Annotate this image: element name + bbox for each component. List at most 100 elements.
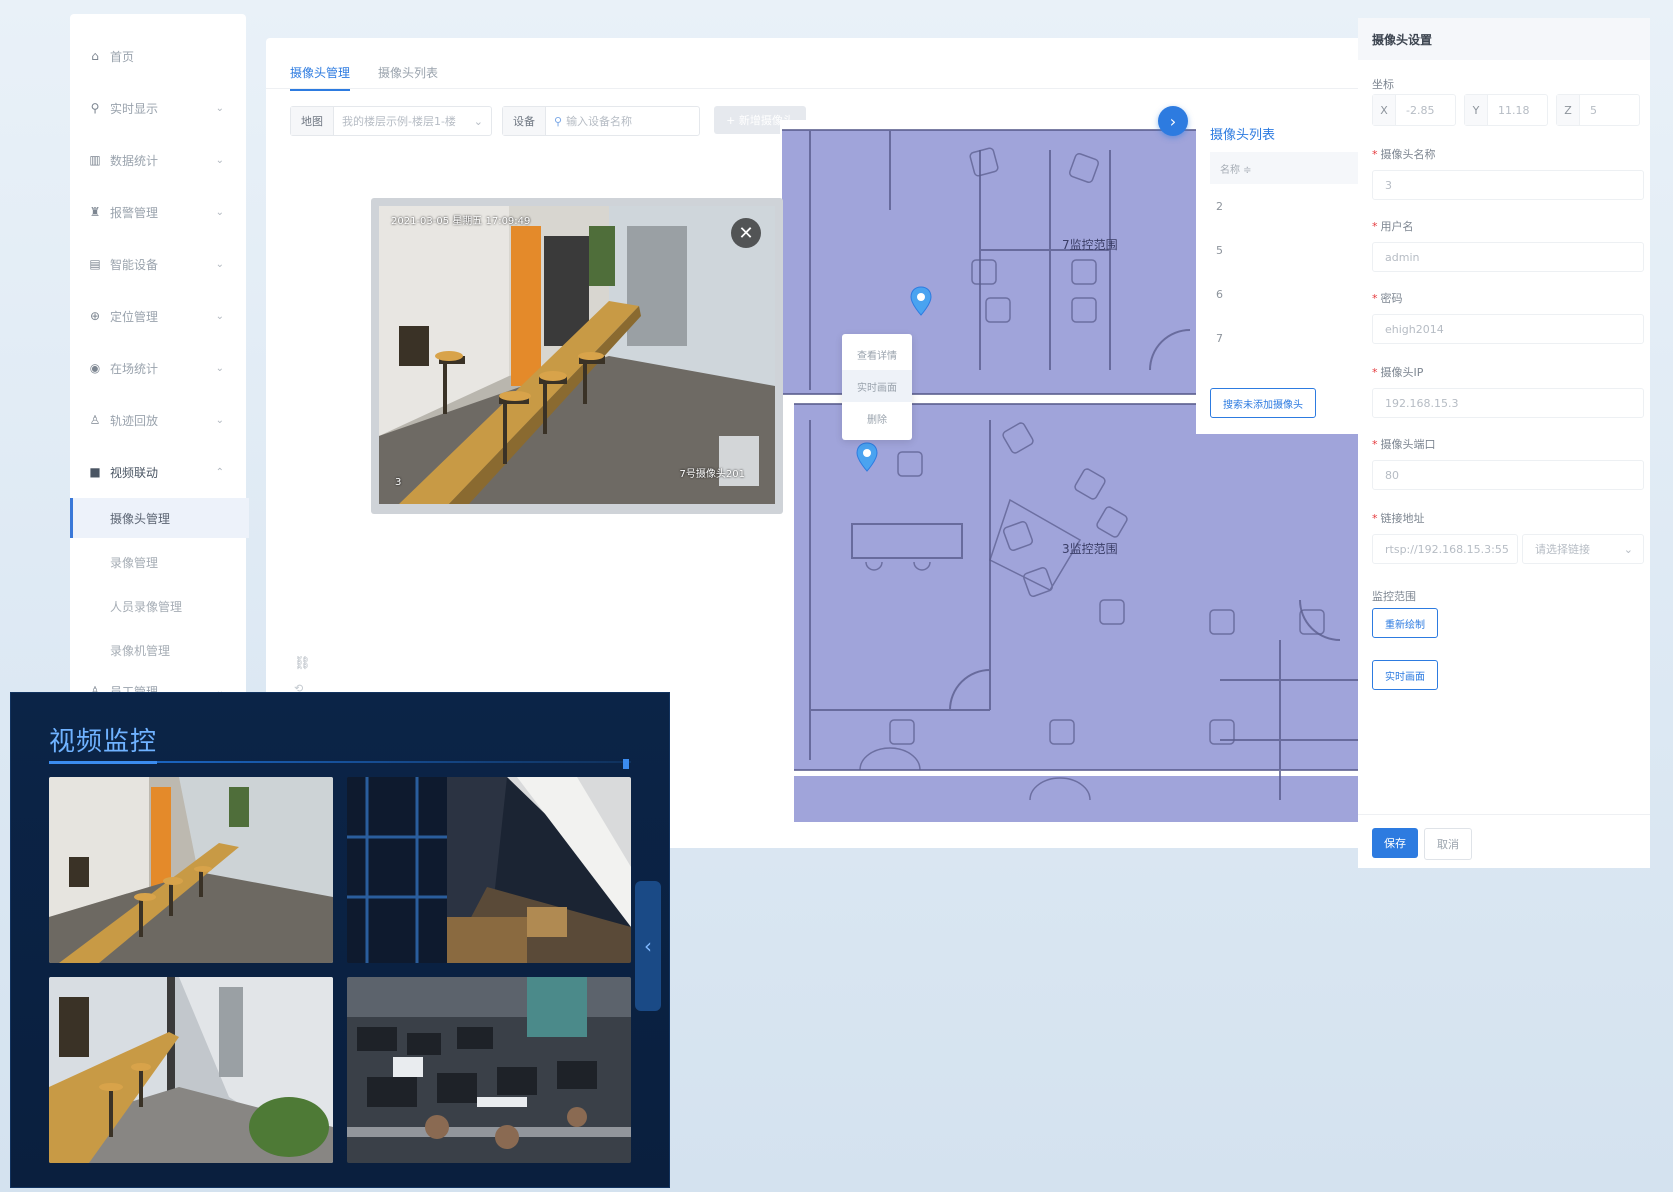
camera-list-row[interactable]: 7 xyxy=(1216,332,1223,345)
camera-list-row[interactable]: 6 xyxy=(1216,288,1223,301)
chevron-down-icon: ⌄ xyxy=(215,206,224,218)
url-label-text: 链接地址 xyxy=(1380,512,1425,525)
coord-y-label: Y xyxy=(1465,95,1488,125)
search-icon: ⚲ xyxy=(554,114,563,128)
camera-list-row[interactable]: 5 xyxy=(1216,244,1223,257)
map-pin-icon xyxy=(856,442,878,472)
video-thumbnail-2[interactable] xyxy=(347,777,631,963)
link-icon[interactable]: ⛓ xyxy=(294,656,311,671)
sidebar-item-realtime[interactable]: ⚲ 实时显示 ⌄ xyxy=(70,88,246,128)
menu-item-delete[interactable]: 删除 xyxy=(842,402,912,434)
camera-list-header[interactable]: 名称 ≑ xyxy=(1210,152,1358,184)
coord-z-value: 5 xyxy=(1590,103,1597,117)
coord-y-field[interactable]: Y 11.18 xyxy=(1464,94,1548,126)
url-label: * 链接地址 xyxy=(1372,512,1425,525)
chevron-down-icon: ⌄ xyxy=(1623,542,1633,556)
video-thumbnail-1[interactable] xyxy=(49,777,333,963)
camera-ip-input[interactable]: 192.168.15.3 xyxy=(1372,388,1644,418)
redraw-button[interactable]: 重新绘制 xyxy=(1372,608,1438,638)
camera-marker-7[interactable] xyxy=(910,286,932,316)
video-corner-number: 3 xyxy=(395,477,402,488)
device-search[interactable]: 设备 ⚲ 输入设备名称 xyxy=(502,106,700,136)
chevron-down-icon: ⌄ xyxy=(215,258,224,270)
search-unadded-cameras-button[interactable]: 搜索未添加摄像头 xyxy=(1210,388,1316,418)
settings-title: 摄像头设置 xyxy=(1358,18,1650,60)
camera-settings-panel: 摄像头设置 坐标 X -2.85 Y 11.18 Z 5 * 摄像头名称 3 * 用… xyxy=(1358,18,1650,868)
camera-list-panel: 摄像头列表 名称 ≑ 2 5 6 7 搜索未添加摄像头 xyxy=(1196,104,1360,434)
map-pin-icon xyxy=(910,286,932,316)
camera-marker-3[interactable] xyxy=(856,442,878,472)
video-thumbnail-4[interactable] xyxy=(347,977,631,1163)
coord-z-field[interactable]: Z 5 xyxy=(1556,94,1640,126)
sidebar-subitem-label: 录像管理 xyxy=(110,555,159,570)
video-timestamp: 2021-03-05 星期五 17:09:49 xyxy=(391,216,531,227)
sidebar-item-label: 轨迹回放 xyxy=(110,413,159,428)
sidebar-item-stats[interactable]: ▥ 数据统计 ⌄ xyxy=(70,140,246,180)
coord-x-field[interactable]: X -2.85 xyxy=(1372,94,1456,126)
monitor-range-label: 监控范围 xyxy=(1372,590,1416,603)
expand-panel-button[interactable]: › xyxy=(1158,106,1188,136)
sidebar-subitem-recorder[interactable]: 录像机管理 xyxy=(70,630,246,670)
chevron-down-icon: ⌄ xyxy=(215,362,224,374)
sidebar-item-label: 首页 xyxy=(110,49,135,64)
video-camera-name: 7号摄像头201 xyxy=(679,469,745,480)
sidebar-item-presence[interactable]: ◉ 在场统计 ⌄ xyxy=(70,348,246,388)
sidebar-subitem-label: 摄像头管理 xyxy=(110,511,171,526)
camera-ip-label: * 摄像头IP xyxy=(1372,366,1424,379)
map-select[interactable]: 地图 我的楼层示例-楼层1-楼 ⌄ xyxy=(290,106,492,136)
live-view-button[interactable]: 实时画面 xyxy=(1372,660,1438,690)
sidebar-item-alarm[interactable]: ♜ 报警管理 ⌄ xyxy=(70,192,246,232)
video-thumbnail-3[interactable] xyxy=(49,977,333,1163)
camera-feed-image xyxy=(347,777,631,963)
menu-item-live-view[interactable]: 实时画面 xyxy=(842,370,912,402)
sidebar-item-video[interactable]: ■ 视频联动 ⌃ xyxy=(70,452,246,492)
cancel-button[interactable]: 取消 xyxy=(1424,828,1472,860)
chevron-right-icon: › xyxy=(1169,111,1177,131)
url-input[interactable]: rtsp://192.168.15.3:55 xyxy=(1372,534,1518,564)
sidebar-item-home[interactable]: ⌂ 首页 xyxy=(70,36,246,76)
live-video-popup: 2021-03-05 星期五 17:09:49 7号摄像头201 3 ✕ xyxy=(371,198,783,514)
url-type-select[interactable]: 请选择链接 ⌄ xyxy=(1522,534,1644,564)
camera-feed-image xyxy=(49,977,333,1163)
password-input[interactable]: ehigh2014 xyxy=(1372,314,1644,344)
monitor-title: 视频监控 xyxy=(49,727,158,757)
camera-port-input[interactable]: 80 xyxy=(1372,460,1644,490)
coord-x-label: X xyxy=(1373,95,1396,125)
camera-port-label: * 摄像头端口 xyxy=(1372,438,1436,451)
collapse-panel-tab[interactable]: ‹ xyxy=(635,881,661,1011)
presence-icon: ◉ xyxy=(89,361,101,375)
coord-label: 坐标 xyxy=(1372,78,1394,91)
camera-name-label-text: 摄像头名称 xyxy=(1380,148,1436,161)
footer-divider xyxy=(1358,814,1650,815)
camera-name-input[interactable]: 3 xyxy=(1372,170,1644,200)
sidebar-item-label: 数据统计 xyxy=(110,153,159,168)
sidebar-item-devices[interactable]: ▤ 智能设备 ⌄ xyxy=(70,244,246,284)
username-input[interactable]: admin xyxy=(1372,242,1644,272)
chevron-left-icon: ‹ xyxy=(644,934,652,958)
menu-item-view-details[interactable]: 查看详情 xyxy=(842,338,912,370)
tab-camera-list[interactable]: 摄像头列表 xyxy=(378,64,438,89)
chevron-down-icon: ⌄ xyxy=(215,310,224,322)
tab-camera-management[interactable]: 摄像头管理 xyxy=(290,64,351,91)
sidebar-item-label: 定位管理 xyxy=(110,309,159,324)
sidebar-subitem-label: 人员录像管理 xyxy=(110,599,183,614)
sidebar-subitem-person-recording[interactable]: 人员录像管理 xyxy=(70,586,246,626)
device-placeholder: 输入设备名称 xyxy=(566,115,633,128)
sidebar-subitem-label: 录像机管理 xyxy=(110,643,171,658)
url-type-value: 请选择链接 xyxy=(1535,543,1590,556)
video-frame: 2021-03-05 星期五 17:09:49 7号摄像头201 3 xyxy=(379,206,775,504)
sidebar-item-positioning[interactable]: ⊕ 定位管理 ⌄ xyxy=(70,296,246,336)
sidebar-item-label: 视频联动 xyxy=(110,465,159,480)
close-video-button[interactable]: ✕ xyxy=(731,218,761,248)
camera-list-row[interactable]: 2 xyxy=(1216,200,1223,213)
sidebar-subitem-recording[interactable]: 录像管理 xyxy=(70,542,246,582)
save-button[interactable]: 保存 xyxy=(1372,828,1418,858)
sidebar-subitem-camera-management[interactable]: 摄像头管理 xyxy=(70,498,249,538)
alarm-icon: ♜ xyxy=(89,205,101,219)
chevron-down-icon: ⌄ xyxy=(215,154,224,166)
chevron-down-icon: ⌄ xyxy=(215,102,224,114)
coord-y-value: 11.18 xyxy=(1498,103,1530,117)
sidebar-item-playback[interactable]: ♙ 轨迹回放 ⌄ xyxy=(70,400,246,440)
camera-feed-image xyxy=(379,206,775,504)
video-monitor-panel: 视频监控 ‹ xyxy=(10,692,670,1188)
